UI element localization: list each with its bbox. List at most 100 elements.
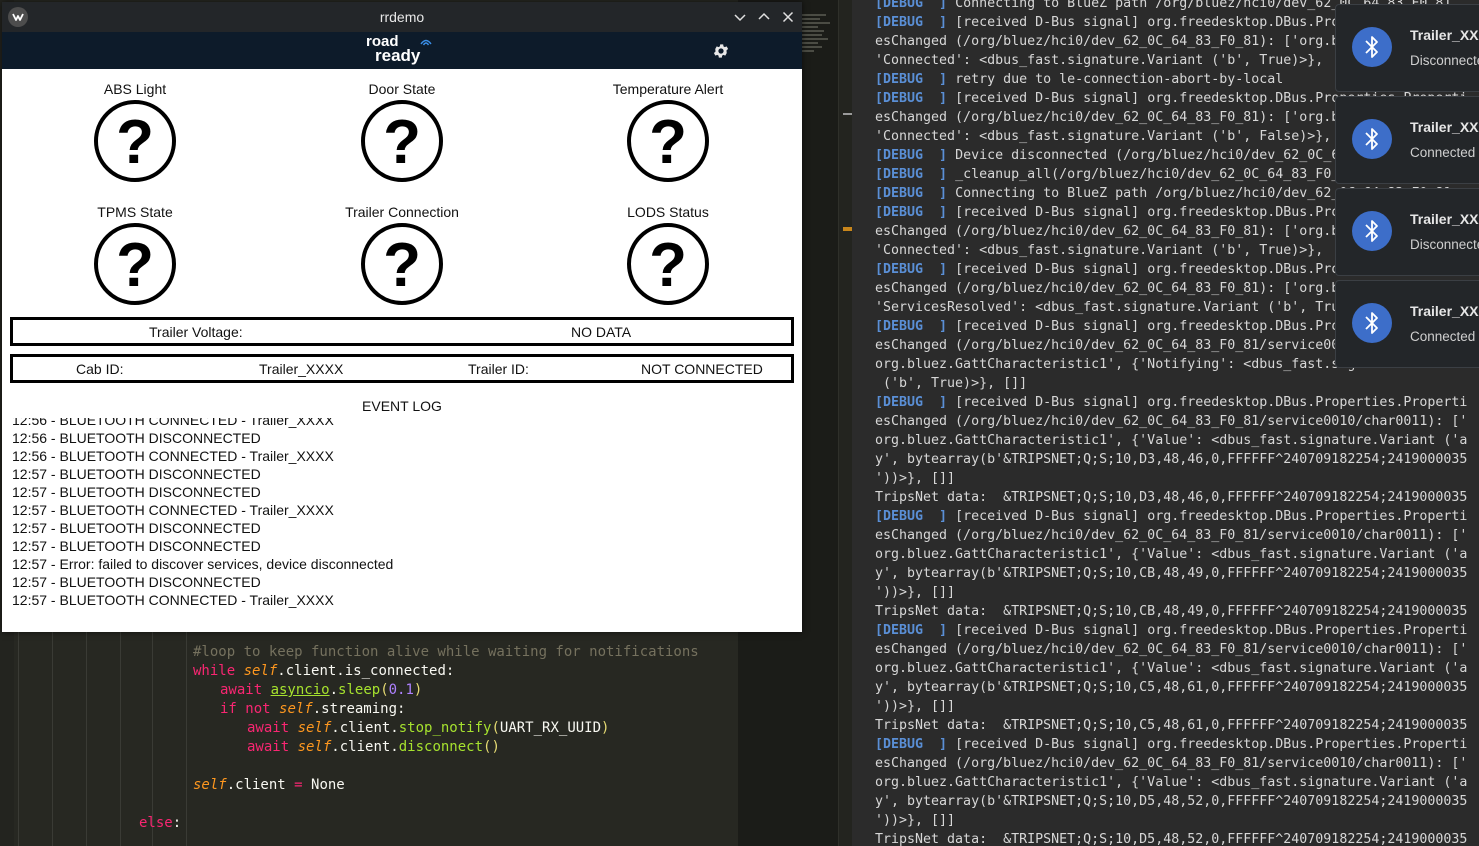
svg-text:?: ?	[649, 108, 687, 177]
tile-label: ABS Light	[103, 81, 167, 97]
terminal-line: y', bytearray(b'&TRIPSNET;Q;S;10,C5,48,6…	[875, 680, 1468, 695]
bluetooth-icon	[1352, 303, 1392, 343]
notification-body: Disconnected	[1410, 53, 1479, 68]
terminal-line: 'Connected': <dbus_fast.signature.Varian…	[875, 243, 1324, 258]
tile-trailer-connection: Trailer Connection ?	[302, 203, 502, 306]
terminal-line: org.bluez.GattCharacteristic1', {'Value'…	[875, 547, 1468, 562]
question-circle-icon: ?	[94, 223, 176, 305]
tile-label: Door State	[368, 81, 436, 97]
terminal-line: y', bytearray(b'&TRIPSNET;Q;S;10,D3,48,4…	[875, 452, 1468, 467]
event-log-entry: 12:57 - BLUETOOTH CONNECTED - Trailer_XX…	[12, 592, 334, 608]
event-log-entry: 12:57 - Error: failed to discover servic…	[12, 556, 394, 572]
terminal-line: org.bluez.GattCharacteristic1', {'Value'…	[875, 775, 1468, 790]
indent-guide	[18, 632, 19, 846]
bluetooth-icon	[1352, 211, 1392, 251]
terminal-line: org.bluez.GattCharacteristic1', {'Value'…	[875, 661, 1468, 676]
notification-title: Trailer_XXXX	[1410, 119, 1479, 135]
terminal-line: TripsNet data: &TRIPSNET;Q;S;10,CB,48,49…	[875, 604, 1468, 619]
svg-text:?: ?	[116, 108, 154, 177]
notification-title: Trailer_XXXX	[1410, 211, 1479, 227]
cab-id-label: Cab ID:	[76, 361, 124, 377]
terminal-line: [DEBUG ] [received D-Bus signal] org.fre…	[875, 737, 1468, 752]
terminal-line: [DEBUG ] [received D-Bus signal] org.fre…	[875, 395, 1468, 410]
terminal-line: [DEBUG ] [received D-Bus signal] org.fre…	[875, 623, 1468, 638]
terminal-line: [DEBUG ] _cleanup_all(/org/bluez/hci0/de…	[875, 167, 1364, 182]
minimize-button[interactable]	[730, 7, 750, 27]
event-log-entry: 12:57 - BLUETOOTH DISCONNECTED	[12, 484, 261, 500]
app-header: road ready	[2, 32, 802, 69]
notification-body: Disconnected	[1410, 237, 1479, 252]
editor-scrollbar[interactable]	[838, 0, 853, 846]
terminal-line: '))>}, []]	[875, 699, 956, 714]
code-line: if not self.streaming:	[220, 701, 406, 717]
question-circle-icon: ?	[361, 100, 443, 182]
tile-tpms-state: TPMS State ?	[35, 203, 235, 306]
question-circle-icon: ?	[627, 223, 709, 305]
terminal-line: [DEBUG ] retry due to le-connection-abor…	[875, 72, 1284, 87]
cab-id-value: Trailer_XXXX	[259, 361, 344, 377]
tile-label: Trailer Connection	[345, 204, 459, 220]
window-titlebar[interactable]: rrdemo	[2, 2, 802, 32]
event-log-title: EVENT LOG	[362, 398, 442, 414]
terminal-line: esChanged (/org/bluez/hci0/dev_62_0C_64_…	[875, 642, 1468, 657]
terminal-line: TripsNet data: &TRIPSNET;Q;S;10,C5,48,61…	[875, 718, 1468, 733]
close-button[interactable]	[778, 7, 798, 27]
bluetooth-notification[interactable]: Trailer_XXXX Connected	[1335, 96, 1479, 184]
terminal-line: TripsNet data: &TRIPSNET;Q;S;10,D5,48,52…	[875, 832, 1468, 846]
trailer-id-label: Trailer ID:	[468, 361, 529, 377]
terminal-line: TripsNet data: &TRIPSNET;Q;S;10,D3,48,46…	[875, 490, 1468, 505]
indent-guide	[186, 632, 187, 846]
question-circle-icon: ?	[627, 100, 709, 182]
event-log-entry: 12:56 - BLUETOOTH CONNECTED - Trailer_XX…	[12, 418, 334, 428]
tile-door-state: Door State ?	[302, 80, 502, 183]
terminal-line: ('b', True)>}, []]	[875, 376, 1028, 391]
code-line: await self.client.disconnect()	[247, 739, 500, 755]
bluetooth-notification[interactable]: Trailer_XXXX Connected	[1335, 280, 1479, 368]
bluetooth-notification[interactable]: Trailer_XXXX Disconnected	[1335, 188, 1479, 276]
code-line: while self.client.is_connected:	[193, 663, 455, 679]
question-circle-icon: ?	[94, 100, 176, 182]
terminal-line: esChanged (/org/bluez/hci0/dev_62_0C_64_…	[875, 756, 1468, 771]
terminal-line: esChanged (/org/bluez/hci0/dev_62_0C_64_…	[875, 528, 1468, 543]
indent-guide	[52, 632, 53, 846]
terminal-line: '))>}, []]	[875, 585, 956, 600]
rrdemo-window[interactable]: rrdemo road ready ABS Light ? Door State…	[2, 2, 802, 632]
tile-temperature-alert: Temperature Alert ?	[568, 80, 768, 183]
id-box: Cab ID: Trailer_XXXX Trailer ID: NOT CON…	[10, 354, 794, 383]
terminal-line: y', bytearray(b'&TRIPSNET;Q;S;10,CB,48,4…	[875, 566, 1468, 581]
terminal-line: '))>}, []]	[875, 813, 956, 828]
maximize-button[interactable]	[754, 7, 774, 27]
terminal-line: [DEBUG ] [received D-Bus signal] org.fre…	[875, 509, 1468, 524]
terminal-line: esChanged (/org/bluez/hci0/dev_62_0C_64_…	[875, 414, 1468, 429]
terminal-line: '))>}, []]	[875, 471, 956, 486]
terminal-line: 'Connected': <dbus_fast.signature.Varian…	[875, 53, 1324, 68]
tile-label: Temperature Alert	[612, 81, 724, 97]
voltage-value: NO DATA	[571, 324, 632, 340]
settings-gear-icon[interactable]	[712, 42, 730, 60]
code-line: await asyncio.sleep(0.1)	[220, 682, 423, 698]
event-log-entry: 12:57 - BLUETOOTH DISCONNECTED	[12, 466, 261, 482]
trailer-id-value: NOT CONNECTED	[641, 361, 763, 377]
svg-text:?: ?	[649, 231, 687, 300]
notification-body: Connected	[1410, 329, 1476, 344]
bluetooth-icon	[1352, 27, 1392, 67]
trailer-voltage-box: Trailer Voltage: NO DATA	[10, 317, 794, 346]
event-log-entry: 12:56 - BLUETOOTH CONNECTED - Trailer_XX…	[12, 448, 334, 464]
terminal-line: org.bluez.GattCharacteristic1', {'Value'…	[875, 433, 1468, 448]
event-log-list[interactable]: 12:56 - BLUETOOTH CONNECTED - Trailer_XX…	[2, 418, 802, 618]
notification-body: Connected	[1410, 145, 1476, 160]
terminal-line: 'Connected': <dbus_fast.signature.Varian…	[875, 129, 1332, 144]
window-title: rrdemo	[379, 9, 425, 25]
terminal-line: 'ServicesResolved': <dbus_fast.signature…	[875, 300, 1380, 315]
question-circle-icon: ?	[361, 223, 443, 305]
voltage-label: Trailer Voltage:	[149, 324, 243, 340]
svg-text:?: ?	[383, 231, 421, 300]
tile-label: TPMS State	[97, 204, 173, 220]
indent-guide	[86, 632, 87, 846]
brand-line-2: ready	[375, 46, 421, 65]
svg-text:?: ?	[116, 231, 154, 300]
code-line: await self.client.stop_notify(UART_RX_UU…	[247, 720, 610, 736]
indent-guide	[120, 632, 121, 846]
bluetooth-notification[interactable]: Trailer_XXXX Disconnected	[1335, 4, 1479, 92]
code-line: self.client = None	[193, 777, 345, 793]
